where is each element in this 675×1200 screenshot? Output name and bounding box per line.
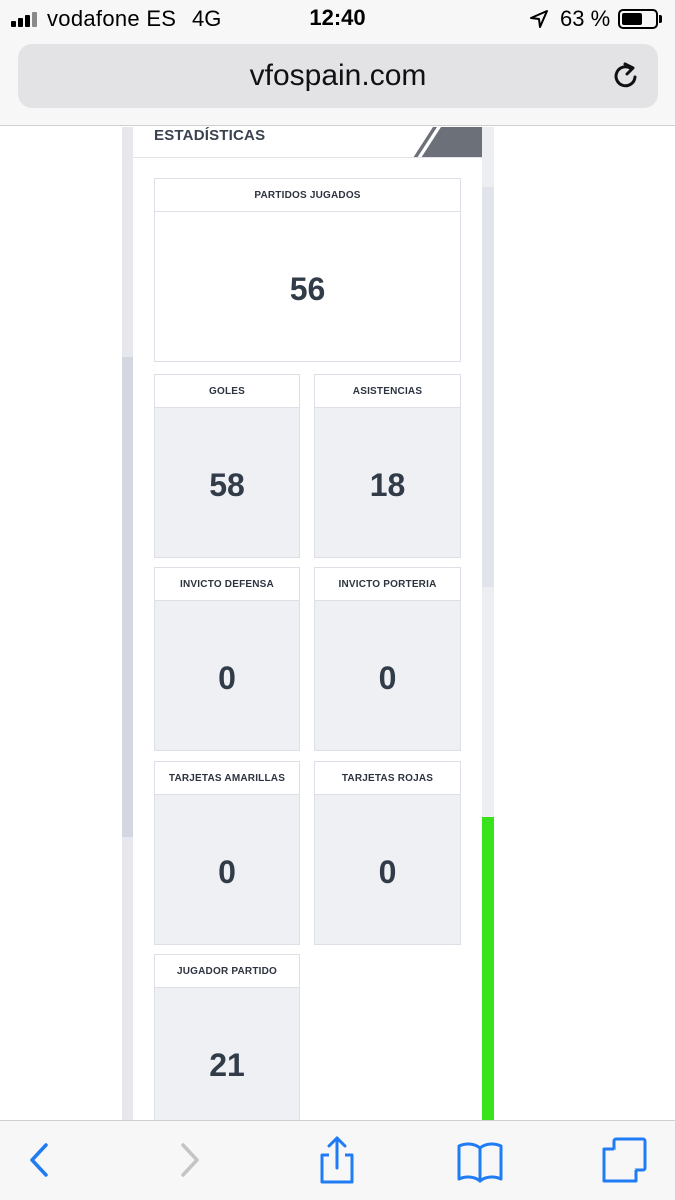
- stat-label: TARJETAS AMARILLAS: [155, 762, 299, 795]
- reload-icon[interactable]: [610, 60, 642, 92]
- stat-value: 21: [209, 1047, 245, 1083]
- stat-value: 0: [378, 854, 397, 890]
- stat-label: INVICTO DEFENSA: [155, 568, 299, 601]
- location-arrow-icon: [530, 10, 548, 28]
- battery-percentage: 63 %: [560, 6, 611, 31]
- stat-value: 58: [209, 467, 245, 503]
- address-bar[interactable]: vfospain.com: [18, 44, 658, 108]
- stat-card-tarjetas-amarillas: TARJETAS AMARILLAS 0: [154, 761, 300, 945]
- web-page: ESTADÍSTICAS PARTIDOS JUGADOS 56 GOLES 5…: [0, 127, 675, 1120]
- stat-label: INVICTO PORTERIA: [315, 568, 460, 601]
- stat-card-invicto-defensa: INVICTO DEFENSA 0: [154, 567, 300, 751]
- stat-card-jugador-partido: JUGADOR PARTIDO 21: [154, 954, 300, 1120]
- chevron-right-icon[interactable]: [165, 1135, 215, 1185]
- stat-label: GOLES: [155, 375, 299, 408]
- browser-address-area: vfospain.com: [0, 40, 675, 126]
- stat-card-tarjetas-rojas: TARJETAS ROJAS 0: [314, 761, 461, 945]
- battery-icon: [618, 9, 658, 29]
- stat-label: ASISTENCIAS: [315, 375, 460, 408]
- stat-value: 56: [289, 271, 326, 307]
- tabs-icon[interactable]: [600, 1135, 650, 1185]
- stat-label: JUGADOR PARTIDO: [155, 955, 299, 988]
- stat-label: TARJETAS ROJAS: [315, 762, 460, 795]
- stat-card-invicto-porteria: INVICTO PORTERIA 0: [314, 567, 461, 751]
- right-decorative-stripe: [482, 187, 494, 587]
- battery-level-fill: [622, 13, 642, 25]
- stat-label: PARTIDOS JUGADOS: [155, 179, 460, 212]
- browser-toolbar: [0, 1120, 675, 1200]
- section-title: ESTADÍSTICAS: [154, 127, 266, 144]
- stat-value: 0: [378, 660, 397, 696]
- stat-card-partidos-jugados: PARTIDOS JUGADOS 56: [154, 178, 461, 362]
- url-text[interactable]: vfospain.com: [18, 59, 658, 93]
- share-icon[interactable]: [312, 1135, 362, 1185]
- stat-card-asistencias: ASISTENCIAS 18: [314, 374, 461, 558]
- status-bar: vodafone ES 4G 12:40 63 %: [0, 0, 675, 40]
- chevron-left-icon[interactable]: [14, 1135, 64, 1185]
- accent-green-bar: [482, 817, 494, 1120]
- stat-value: 18: [369, 467, 406, 503]
- book-icon[interactable]: [455, 1135, 505, 1185]
- left-decorative-stripe: [122, 357, 133, 837]
- stat-value: 0: [218, 660, 236, 696]
- stat-card-goles: GOLES 58: [154, 374, 300, 558]
- battery-cap: [659, 15, 662, 23]
- section-header: ESTADÍSTICAS: [133, 127, 482, 158]
- header-decoration: [413, 127, 482, 157]
- stat-value: 0: [218, 854, 236, 890]
